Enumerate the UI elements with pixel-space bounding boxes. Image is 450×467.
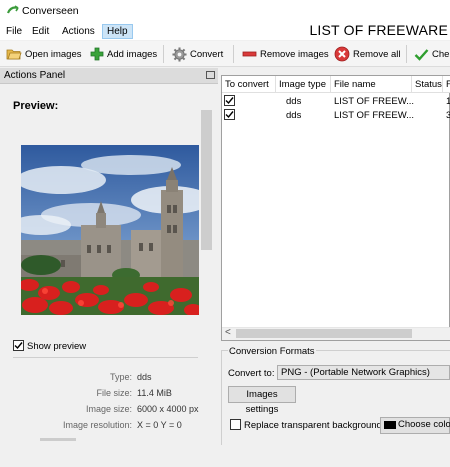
show-preview-checkbox[interactable] (13, 340, 24, 351)
row-1-type: dds (286, 96, 302, 107)
open-images-label: Open images (25, 48, 82, 60)
toolbar-separator (233, 45, 234, 63)
scroll-left-arrow-icon[interactable]: < (225, 327, 231, 338)
window-title: Converseen (22, 5, 79, 17)
menu-edit[interactable]: Edit (28, 24, 53, 39)
add-images-label: Add images (107, 48, 158, 60)
gear-icon (172, 46, 187, 62)
column-header-image-type[interactable]: Image type (279, 79, 326, 90)
images-settings-button[interactable]: Images settings (228, 386, 296, 415)
file-size-value: 11.4 MiB (137, 388, 172, 398)
row-1-extra: 1 (446, 96, 450, 107)
column-divider (330, 76, 331, 93)
menu-actions[interactable]: Actions (58, 24, 99, 39)
show-preview-label: Show preview (27, 341, 87, 352)
row-2-checkbox[interactable] (224, 109, 235, 120)
column-divider (275, 76, 276, 93)
preview-image (21, 145, 199, 315)
column-header-status[interactable]: Status (415, 79, 442, 90)
menu-help[interactable]: Help (102, 24, 133, 39)
checkmark-icon (14, 342, 23, 350)
row-2-type: dds (286, 110, 302, 121)
convert-to-label: Convert to: (228, 368, 275, 379)
checkmark-icon (225, 97, 234, 105)
replace-transparent-label: Replace transparent background (244, 420, 382, 431)
divider (13, 357, 198, 358)
remove-images-label: Remove images (260, 48, 329, 60)
converseen-logo-icon (6, 5, 19, 14)
conversion-formats-title: Conversion Formats (228, 346, 316, 357)
panel-tab[interactable] (40, 438, 76, 441)
check-button[interactable]: Che (414, 44, 449, 64)
toolbar-separator (163, 45, 164, 63)
column-divider (442, 76, 443, 93)
file-size-key: File size: (96, 388, 132, 398)
replace-transparent-checkbox[interactable] (230, 419, 241, 430)
column-divider (411, 76, 412, 93)
type-key: Type: (109, 372, 132, 382)
check-label: Che (432, 48, 450, 60)
open-images-button[interactable]: Open images (6, 44, 82, 64)
row-1-checkbox[interactable] (224, 95, 235, 106)
add-images-button[interactable]: Add images (90, 44, 157, 64)
plus-icon (90, 47, 104, 61)
color-swatch (384, 421, 396, 429)
image-resolution-key: Image resolution: (62, 420, 132, 430)
column-header-to-convert[interactable]: To convert (225, 79, 269, 90)
checkmark-icon (225, 111, 234, 119)
actions-panel-title: Actions Panel (4, 70, 66, 81)
remove-all-button[interactable]: Remove all (334, 44, 401, 64)
remove-images-button[interactable]: Remove images (242, 44, 329, 64)
image-size-value: 6000 x 4000 px (137, 404, 199, 414)
format-select[interactable]: PNG - (Portable Network Graphics) (277, 365, 450, 380)
float-panel-icon[interactable] (206, 71, 215, 79)
preview-scrollbar-thumb[interactable] (201, 110, 212, 250)
choose-color-label: Choose color (398, 419, 450, 430)
toolbar-separator (406, 45, 407, 63)
row-1-file-name: LIST OF FREEW... (334, 96, 415, 107)
column-header-file-name[interactable]: File name (334, 79, 376, 90)
image-size-key: Image size: (85, 404, 132, 414)
minus-icon (242, 51, 257, 57)
image-resolution-value: X = 0 Y = 0 (137, 420, 182, 430)
status-area (221, 447, 450, 467)
row-2-extra: 3 (446, 110, 450, 121)
table-scrollbar-thumb[interactable] (236, 329, 412, 338)
type-value: dds (137, 372, 152, 382)
remove-all-label: Remove all (353, 48, 401, 60)
menu-file[interactable]: File (2, 24, 26, 39)
toolbar: Open images Add images Convert Remove im… (0, 41, 450, 67)
check-icon (414, 48, 429, 61)
convert-button[interactable]: Convert (172, 44, 223, 64)
folder-icon (6, 49, 22, 60)
column-header-extra[interactable]: F (446, 79, 450, 90)
row-2-file-name: LIST OF FREEW... (334, 110, 415, 121)
convert-label: Convert (190, 48, 224, 60)
delete-icon (334, 46, 350, 62)
preview-label: Preview: (13, 100, 59, 112)
document-title: LIST OF FREEWARE (309, 22, 448, 38)
